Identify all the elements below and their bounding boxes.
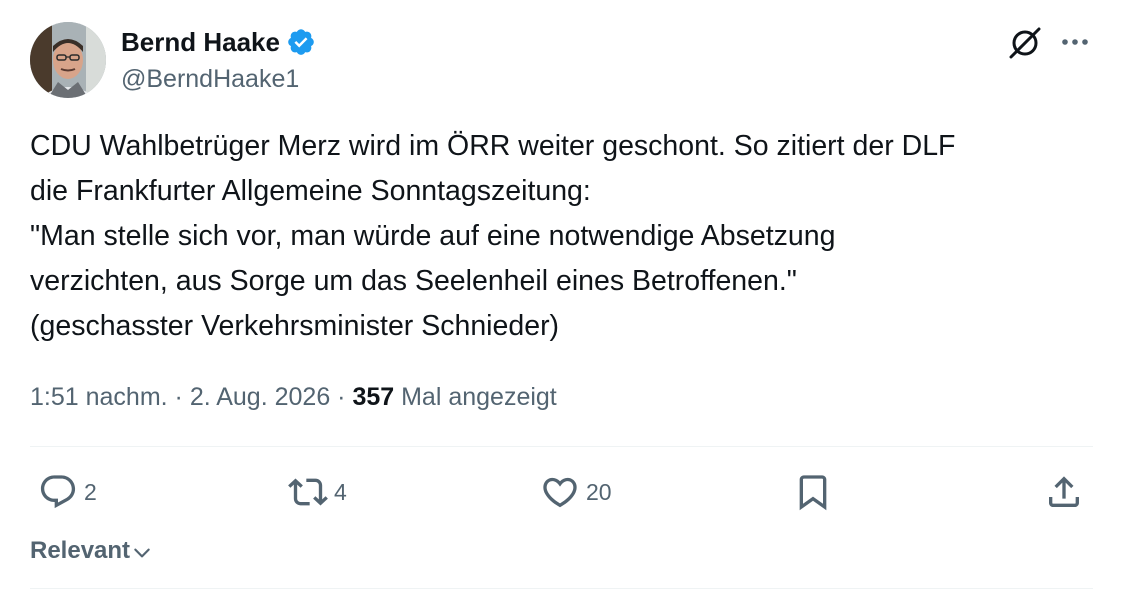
tweet-detail: Bernd Haake @BerndHaake1 CDU Wahlbetrüge…: [0, 0, 1123, 590]
views-count: 357: [352, 383, 395, 411]
verified-badge-icon[interactable]: [286, 27, 316, 57]
reply-bubble-icon: [40, 475, 76, 509]
tweet-text-line: die Frankfurter Allgemeine Sonntagszeitu…: [30, 175, 591, 207]
avatar[interactable]: [30, 22, 106, 98]
heart-icon: [543, 477, 577, 508]
tweet-text: CDU Wahlbetrüger Merz wird im ÖRR weiter…: [30, 124, 1100, 349]
more-dots-icon[interactable]: [1058, 26, 1092, 60]
reply-count: 2: [84, 478, 97, 505]
bookmark-icon: [799, 475, 827, 511]
meta-separator: ·: [167, 383, 190, 411]
avatar-image: [30, 22, 106, 98]
grok-icon[interactable]: [1006, 24, 1044, 62]
chevron-down-icon: [134, 548, 150, 558]
tweet-meta: 1:51 nachm. · 2. Aug. 2026 · 357 Mal ang…: [30, 378, 557, 416]
views-label: Mal angezeigt: [394, 383, 557, 411]
tweet-text-line: CDU Wahlbetrüger Merz wird im ÖRR weiter…: [30, 130, 956, 162]
tweet-text-line: "Man stelle sich vor, man würde auf eine…: [30, 220, 836, 252]
meta-separator: ·: [330, 383, 353, 411]
bookmark-button[interactable]: [793, 470, 833, 514]
tweet-text-line: (geschasster Verkehrsminister Schnieder): [30, 310, 560, 342]
sort-label: Relevant: [30, 537, 131, 564]
share-button[interactable]: [1044, 470, 1084, 514]
tweet-text-line: verzichten, aus Sorge um das Seelenheil …: [30, 265, 797, 297]
share-upload-icon: [1049, 476, 1079, 507]
retweet-arrows-icon: [288, 478, 328, 506]
retweet-button[interactable]: 4: [288, 470, 347, 514]
like-button[interactable]: 20: [540, 470, 612, 514]
reply-button[interactable]: 2: [38, 470, 97, 514]
author-name-row: Bernd Haake: [121, 24, 316, 60]
author-display-name[interactable]: Bernd Haake: [121, 24, 280, 60]
tweet-time[interactable]: 1:51 nachm.: [30, 383, 168, 411]
retweet-count: 4: [334, 478, 347, 505]
like-count: 20: [586, 478, 612, 505]
divider: [30, 588, 1093, 589]
replies-sort-selector[interactable]: Relevant: [30, 534, 152, 568]
author-handle[interactable]: @BerndHaake1: [121, 62, 299, 96]
tweet-date[interactable]: 2. Aug. 2026: [190, 383, 330, 411]
divider: [30, 446, 1093, 447]
